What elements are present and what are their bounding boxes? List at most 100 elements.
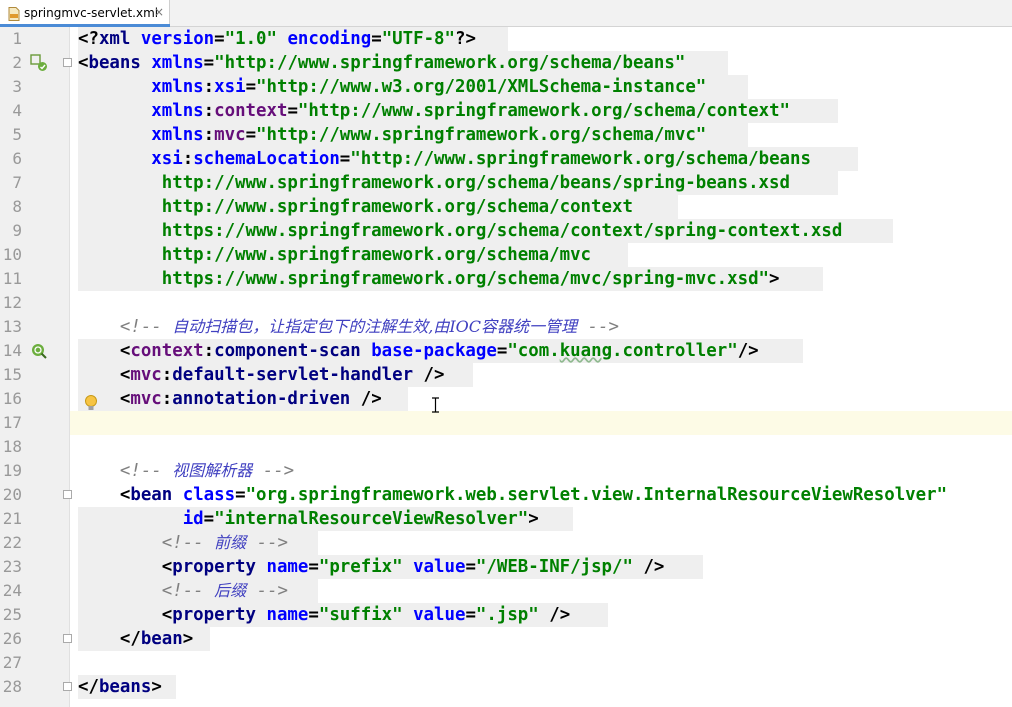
code-token: property [172,557,267,577]
code-token: = [465,605,476,625]
spring-component-scan-icon[interactable] [30,342,48,360]
code-token: </ [78,677,99,697]
code-token: <? [78,29,99,49]
fold-marker-icon[interactable] [63,634,72,643]
code-token: https://www.springframework.org/schema/c… [78,221,843,241]
code-line[interactable]: http://www.springframework.org/schema/co… [70,195,1012,219]
line-number: 16 [2,389,22,408]
fold-marker-icon[interactable] [63,58,72,67]
line-number: 8 [12,197,22,216]
line-number: 25 [2,605,22,624]
code-token: annotation-driven [172,389,361,409]
line-number: 7 [12,173,22,192]
code-token: > [528,509,539,529]
code-line[interactable]: </beans> [70,675,1012,699]
code-editor[interactable]: <?xml version="1.0" encoding="UTF-8"?> <b… [70,27,1012,707]
code-token: xsi [151,149,183,169]
code-line[interactable]: <beans xmlns="http://www.springframework… [70,51,1012,75]
code-line[interactable]: http://www.springframework.org/schema/mv… [70,243,1012,267]
code-token: /> [737,341,759,361]
code-line[interactable]: </bean> [70,627,1012,651]
code-line[interactable]: <?xml version="1.0" encoding="UTF-8"?> [70,27,1012,51]
code-line[interactable]: <!-- 视图解析器 --> [70,459,1012,483]
code-text: <mvc:annotation-driven /> [78,387,408,411]
code-token: http://www.springframework.org/schema/mv… [78,245,592,265]
code-token: /> [423,365,445,385]
fold-marker-icon[interactable] [63,682,72,691]
code-text: http://www.springframework.org/schema/co… [78,195,678,219]
code-token: /> [549,605,571,625]
code-token: "http://www.springframework.org/schema/b… [350,149,811,169]
code-text: <bean class="org.springframework.web.ser… [78,483,947,507]
code-line[interactable]: https://www.springframework.org/schema/m… [70,267,1012,291]
line-number: 6 [12,149,22,168]
code-line[interactable]: <!-- 前缀 --> [70,531,1012,555]
code-token: bean [130,485,183,505]
code-text: <?xml version="1.0" encoding="UTF-8"?> [78,27,508,51]
code-line[interactable]: https://www.springframework.org/schema/c… [70,219,1012,243]
code-line[interactable]: id="internalResourceViewResolver"> [70,507,1012,531]
code-token: ?> [455,29,476,49]
line-number: 20 [2,485,22,504]
code-line[interactable]: <mvc:annotation-driven /> [70,387,1012,411]
code-line[interactable] [70,651,1012,675]
code-token: /> [360,389,382,409]
code-text: <!-- 视图解析器 --> [78,459,294,483]
code-line[interactable]: xsi:schemaLocation="http://www.springfra… [70,147,1012,171]
code-line[interactable] [70,291,1012,315]
line-number-gutter[interactable]: 1 2 3 4 5 6 7 8 9 10 11 12 13 14 15 16 17 18 19 20 21 22 23 24 2… [0,27,70,707]
code-line[interactable]: <mvc:default-servlet-handler /> [70,363,1012,387]
code-line[interactable] [70,435,1012,459]
tab-springmvc-servlet-xml[interactable]: springmvc-servlet.xml × [0,0,170,27]
code-text: <property name="suffix" value=".jsp" /> [78,603,608,627]
code-line[interactable]: <bean class="org.springframework.web.ser… [70,483,1012,507]
line-number: 21 [2,509,22,528]
lightbulb-icon[interactable] [84,394,98,412]
fold-marker-icon[interactable] [63,490,72,499]
code-token: xmlns [151,125,204,145]
code-token: --> [246,533,289,553]
code-line[interactable]: <!-- 后缀 --> [70,579,1012,603]
line-number: 11 [2,269,22,288]
code-text: xsi:schemaLocation="http://www.springfra… [78,147,858,171]
code-token: https://www.springframework.org/schema/m… [78,269,770,289]
code-line[interactable]: <property name="prefix" value="/WEB-INF/… [70,555,1012,579]
text-cursor-icon [432,397,439,413]
code-token: <!-- [119,461,173,481]
line-number: 3 [12,77,22,96]
code-line[interactable]: <property name="suffix" value=".jsp" /> [70,603,1012,627]
code-token: = [245,125,257,145]
code-token: : [203,341,215,361]
code-text: xmlns:xsi="http://www.w3.org/2001/XMLSch… [78,75,748,99]
code-line[interactable]: <context:component-scan base-package="co… [70,339,1012,363]
code-line[interactable]: xmlns:context="http://www.springframewor… [70,99,1012,123]
code-token: beans [88,53,152,73]
code-line[interactable] [70,411,1012,435]
code-token: base-package [371,341,497,361]
code-text: http://www.springframework.org/schema/be… [78,171,838,195]
code-token: bean [140,629,183,649]
spring-bean-icon[interactable] [30,54,48,72]
code-token: "UTF-8" [381,29,455,49]
code-token: id [182,509,204,529]
code-text: </bean> [78,627,210,651]
code-text: <beans xmlns="http://www.springframework… [78,51,728,75]
close-icon[interactable]: × [154,5,164,19]
code-token: name [266,605,309,625]
code-token: property [172,605,267,625]
code-line[interactable]: http://www.springframework.org/schema/be… [70,171,1012,195]
code-token: <!-- [161,581,215,601]
code-line[interactable]: xmlns:xsi="http://www.w3.org/2001/XMLSch… [70,75,1012,99]
line-number: 10 [2,245,22,264]
code-token: 前缀 [214,533,247,552]
code-line[interactable]: <!-- 自动扫描包，让指定包下的注解生效,由IOC容器统一管理 --> [70,315,1012,339]
code-token: "http://www.springframework.org/schema/m… [256,125,707,145]
code-line[interactable]: xmlns:mvc="http://www.springframework.or… [70,123,1012,147]
code-text: xmlns:mvc="http://www.springframework.or… [78,123,748,147]
code-text: https://www.springframework.org/schema/c… [78,219,893,243]
code-token: class [182,485,236,505]
